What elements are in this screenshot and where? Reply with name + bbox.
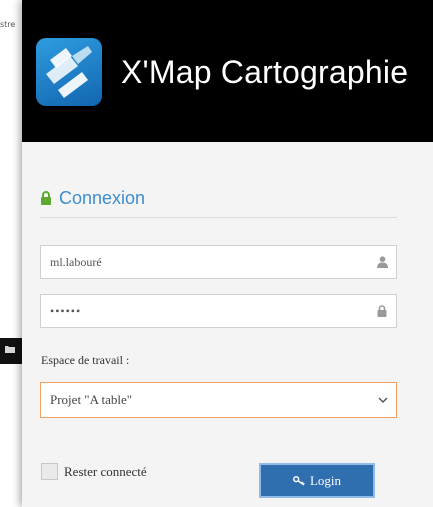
username-value: ml.labouré (50, 254, 102, 269)
workspace-value: Projet "A table" (50, 392, 133, 407)
background-toolbar-button[interactable] (0, 338, 24, 364)
workspace-label: Espace de travail : (41, 353, 130, 367)
key-icon (293, 475, 305, 486)
username-field[interactable]: ml.labouré (40, 245, 397, 279)
app-title: X'Map Cartographie (121, 54, 409, 90)
chevron-down-icon (378, 397, 388, 403)
password-field[interactable]: •••••• (40, 294, 397, 328)
login-heading: Connexion (40, 186, 145, 210)
workspace-select[interactable]: Projet "A table" (40, 382, 397, 418)
remember-me: Rester connecté (41, 463, 147, 480)
heading-divider (40, 217, 397, 218)
login-button-label: Login (309, 472, 342, 488)
lock-icon (41, 191, 51, 205)
password-value: •••••• (50, 303, 82, 318)
remember-label[interactable]: Rester connecté (64, 464, 147, 480)
login-button[interactable]: Login (259, 463, 375, 498)
user-icon (376, 256, 388, 268)
background-text: stre (0, 20, 16, 29)
remember-checkbox[interactable] (41, 463, 58, 480)
lock-icon (377, 305, 387, 317)
xmap-logo-icon (36, 38, 102, 106)
folder-icon (5, 346, 15, 353)
dialog-header: X'Map Cartographie (22, 0, 433, 142)
login-heading-text: Connexion (59, 187, 146, 208)
